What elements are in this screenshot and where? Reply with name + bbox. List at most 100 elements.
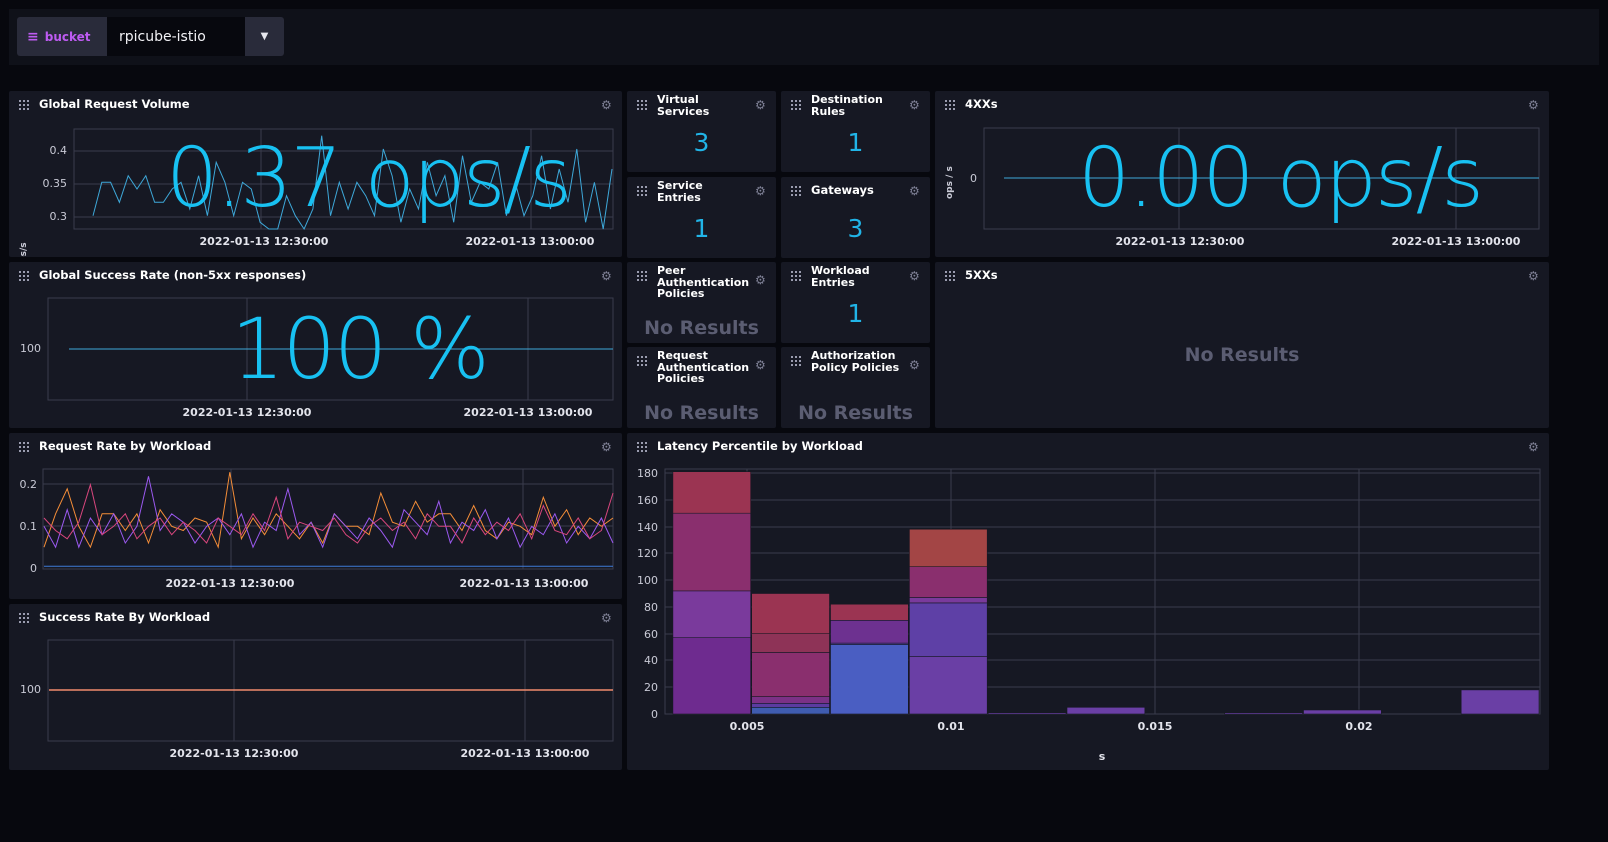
cell-title: Destination Rules: [811, 93, 883, 118]
drag-handle-icon[interactable]: [637, 356, 647, 366]
y-tick-label: 100: [637, 574, 658, 587]
global-request-volume-value: 0.37 ops/s: [166, 131, 572, 226]
x-tick-label: 2022-01-13 12:30:00: [200, 235, 329, 248]
histogram-bar-segment: [987, 712, 1067, 715]
drag-handle-icon[interactable]: [637, 271, 647, 281]
cell-virtual-services: Virtual Services ⚙ 3: [627, 91, 776, 172]
drag-handle-icon[interactable]: [791, 186, 801, 196]
gear-icon[interactable]: ⚙: [909, 185, 921, 197]
histogram-bar-segment: [1066, 706, 1146, 715]
y-axis-label: ops/s: [19, 242, 29, 257]
drag-handle-icon[interactable]: [791, 100, 801, 110]
y-tick-label: 100: [20, 683, 41, 696]
cell-request-rate-by-workload: Request Rate by Workload ⚙ 0.2 0.1 0 202…: [9, 433, 622, 599]
histogram-bar-segment: [751, 593, 830, 635]
histogram-bar-segment: [751, 652, 830, 697]
bucket-variable-control[interactable]: ≡ bucket rpicube-istio ▼: [17, 17, 284, 56]
histogram-bar-segment: [830, 603, 909, 621]
histogram-bar-segment: [751, 633, 830, 653]
cell-title: Gateways: [811, 183, 874, 197]
variables-bar: ≡ bucket rpicube-istio ▼: [9, 9, 1599, 65]
histogram-bar-segment: [909, 566, 988, 598]
gear-icon[interactable]: ⚙: [909, 270, 921, 282]
cell-title: Virtual Services: [657, 93, 710, 118]
no-results-text: No Results: [644, 402, 759, 424]
cell-title: Service Entries: [657, 179, 703, 204]
gateways-value: 3: [847, 214, 864, 243]
histogram-bar-segment: [1460, 689, 1540, 715]
cell-4xxs: 4XXs ⚙ ops / s 0 2022-01-13 12:30:00 202…: [935, 91, 1549, 257]
y-tick-label: 120: [637, 547, 658, 560]
global-success-rate-value: 100 %: [231, 300, 490, 398]
cell-title: 5XXs: [965, 268, 998, 282]
y-tick-label: 80: [644, 601, 658, 614]
drag-handle-icon[interactable]: [791, 271, 801, 281]
y-axis-label: ops / s: [945, 166, 955, 199]
cell-service-entries: Service Entries ⚙ 1: [627, 177, 776, 258]
histogram-bar-segment: [909, 597, 988, 604]
histogram-bar-segment: [909, 602, 988, 657]
gear-icon[interactable]: ⚙: [755, 274, 767, 286]
x-tick-label: 2022-01-13 13:00:00: [464, 406, 593, 419]
cell-latency-percentile-by-workload: Latency Percentile by Workload ⚙ 180 160…: [627, 433, 1549, 770]
cell-global-request-volume: Global Request Volume ⚙ ops/s 0.4 0.35 0…: [9, 91, 622, 257]
workload-entries-value: 1: [847, 299, 864, 328]
cell-title: Workload Entries: [811, 264, 870, 289]
cell-request-authentication-policies: Request Authentication Policies ⚙ No Res…: [627, 347, 776, 428]
series-line: [43, 472, 614, 549]
gear-icon[interactable]: ⚙: [1528, 270, 1540, 282]
caret-down-icon[interactable]: ▼: [245, 17, 284, 56]
y-tick-label: 0: [651, 708, 658, 721]
x-tick-label: 2022-01-13 13:00:00: [1392, 235, 1521, 248]
drag-handle-icon[interactable]: [791, 356, 801, 366]
drag-handle-icon[interactable]: [637, 100, 647, 110]
gear-icon[interactable]: ⚙: [909, 359, 921, 371]
plot-grid: [42, 468, 614, 570]
latency-histogram-chart: 180 160 140 120 100 80 60 40 20 0 0.005 …: [637, 467, 1541, 763]
drag-handle-icon[interactable]: [945, 271, 955, 281]
y-tick-label: 0: [970, 172, 977, 185]
x-tick-label: 0.02: [1345, 720, 1372, 733]
series-line: [43, 476, 614, 549]
gear-icon[interactable]: ⚙: [755, 99, 767, 111]
histogram-bar-segment: [751, 702, 830, 708]
histogram-bar-segment: [672, 590, 752, 639]
virtual-services-value: 3: [693, 128, 710, 157]
histogram-bar-segment: [672, 471, 752, 514]
x-tick-label: 0.015: [1138, 720, 1173, 733]
cell-success-rate-by-workload: Success Rate By Workload ⚙ 100 2022-01-1…: [9, 604, 622, 770]
x-tick-label: 2022-01-13 13:00:00: [460, 577, 589, 590]
variable-value[interactable]: rpicube-istio: [107, 17, 245, 56]
histogram-bar-segment: [830, 644, 909, 715]
cell-destination-rules: Destination Rules ⚙ 1: [781, 91, 930, 172]
histogram-bar-segment: [1224, 712, 1303, 715]
menu-icon: ≡: [27, 28, 39, 45]
y-tick-label: 40: [644, 654, 658, 667]
cell-global-success-rate: Global Success Rate (non-5xx responses) …: [9, 262, 622, 428]
destination-rules-value: 1: [847, 128, 864, 157]
x-tick-label: 2022-01-13 12:30:00: [1116, 235, 1245, 248]
y-tick-label: 0.35: [43, 177, 68, 190]
y-tick-label: 0.1: [20, 520, 38, 533]
y-tick-label: 160: [637, 494, 658, 507]
histogram-bar-segment: [672, 637, 752, 715]
cell-workload-entries: Workload Entries ⚙ 1: [781, 262, 930, 343]
x-tick-label: 0.01: [937, 720, 964, 733]
y-tick-label: 140: [637, 521, 658, 534]
cell-5xxs: 5XXs ⚙ No Results: [935, 262, 1549, 428]
histogram-bar-segment: [909, 528, 988, 567]
no-results-text: No Results: [798, 402, 913, 424]
gear-icon[interactable]: ⚙: [755, 185, 767, 197]
success-rate-by-workload-chart: 100 2022-01-13 12:30:00 2022-01-13 13:00…: [20, 639, 614, 760]
variable-name-label: bucket: [44, 29, 91, 44]
gear-icon[interactable]: ⚙: [909, 99, 921, 111]
histogram-bar-segment: [751, 696, 830, 704]
cell-title: Request Authentication Policies: [657, 349, 750, 385]
gear-icon[interactable]: ⚙: [755, 359, 767, 371]
histogram-bar-segment: [751, 706, 830, 715]
y-tick-label: 60: [644, 628, 658, 641]
y-tick-label: 100: [20, 342, 41, 355]
y-tick-label: 0.2: [20, 478, 38, 491]
4xxs-value: 0.00 ops/s: [1078, 131, 1484, 226]
drag-handle-icon[interactable]: [637, 186, 647, 196]
